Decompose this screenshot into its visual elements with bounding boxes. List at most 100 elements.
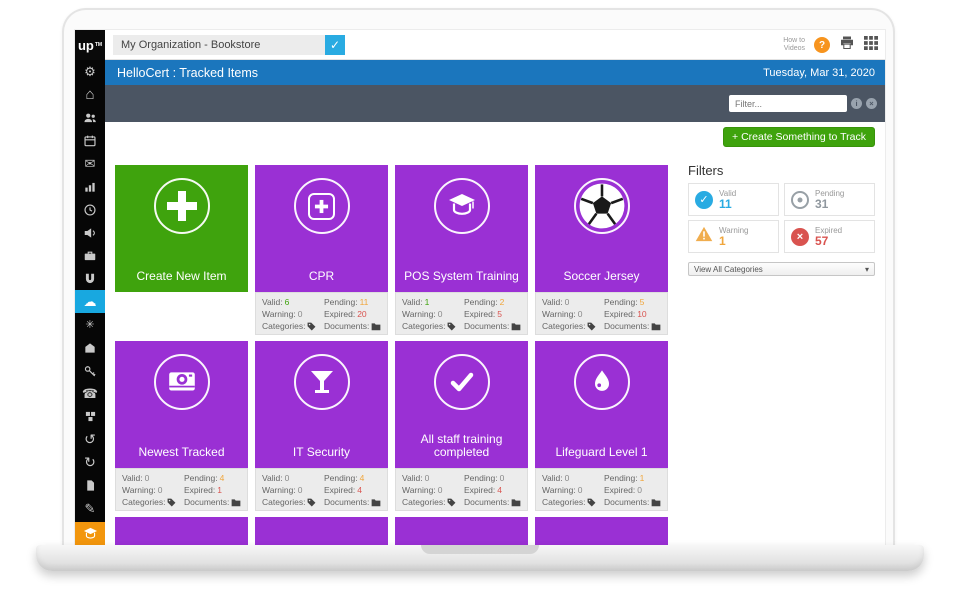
sidebar-item-reports[interactable] xyxy=(75,175,105,198)
card-title: Newest Tracked xyxy=(119,446,244,459)
sidebar-item-documents[interactable] xyxy=(75,474,105,497)
folder-icon[interactable] xyxy=(651,322,661,331)
org-selector-label: My Organization - Bookstore xyxy=(113,35,345,55)
card-cpr[interactable]: CPR Valid:6 Pending:11 Warning:0 Expired… xyxy=(255,165,388,292)
sidebar-item-settings[interactable]: ⚙ xyxy=(75,60,105,83)
sync-icon: ↻ xyxy=(84,454,96,471)
sidebar-item-integrations[interactable] xyxy=(75,405,105,428)
graduation-cap-icon xyxy=(434,178,490,234)
category-dropdown[interactable]: View All Categories ▾ xyxy=(688,262,875,276)
document-icon xyxy=(84,479,97,492)
sidebar-item-phone[interactable]: ☎ xyxy=(75,382,105,405)
apps-grid-icon[interactable] xyxy=(864,36,878,55)
check-circle-icon: ✓ xyxy=(695,191,713,209)
filter-stat-valid[interactable]: ✓ Valid 11 xyxy=(688,183,779,216)
tag-icon[interactable] xyxy=(587,498,596,507)
first-aid-icon xyxy=(294,178,350,234)
tag-icon[interactable] xyxy=(447,498,456,507)
building-icon xyxy=(83,341,97,355)
card-pos-system-training[interactable]: POS System Training Valid:1 Pending:2 Wa… xyxy=(395,165,528,292)
filter-stat-expired[interactable]: × Expired 57 xyxy=(784,220,875,253)
tag-icon[interactable] xyxy=(307,322,316,331)
sidebar-item-keys[interactable] xyxy=(75,359,105,382)
sidebar-item-training-active[interactable] xyxy=(75,522,105,545)
water-droplet-icon xyxy=(574,354,630,410)
sidebar-item-time[interactable] xyxy=(75,198,105,221)
card-stats: Valid:0 Pending:4 Warning:0 Expired:1 Ca… xyxy=(115,468,248,511)
filter-input[interactable] xyxy=(729,95,847,112)
printer-icon[interactable] xyxy=(839,35,855,55)
folder-icon[interactable] xyxy=(371,322,381,331)
folder-icon[interactable] xyxy=(511,322,521,331)
cloud-icon: ☁ xyxy=(84,294,97,310)
card-create-new-item[interactable]: Create New Item xyxy=(115,165,248,292)
filter-stat-pending[interactable]: Pending 31 xyxy=(784,183,875,216)
org-dropdown-button[interactable]: ✓ xyxy=(325,35,345,55)
card-it-security[interactable]: IT Security Valid:0 Pending:4 Warning:0 … xyxy=(255,341,388,468)
card-lifeguard-level-1[interactable]: Lifeguard Level 1 Valid:0 Pending:1 Warn… xyxy=(535,341,668,468)
card-stats: Valid:6 Pending:11 Warning:0 Expired:20 … xyxy=(255,292,388,335)
folder-icon[interactable] xyxy=(511,498,521,507)
folder-icon[interactable] xyxy=(651,498,661,507)
sidebar-item-edit[interactable]: ✎ xyxy=(75,497,105,520)
page-date: Tuesday, Mar 31, 2020 xyxy=(763,67,875,79)
camera-icon xyxy=(154,354,210,410)
folder-icon[interactable] xyxy=(231,498,241,507)
filter-stat-warning[interactable]: Warning 1 xyxy=(688,220,779,253)
x-circle-icon: × xyxy=(791,228,809,246)
sidebar-item-jobs[interactable] xyxy=(75,244,105,267)
soccer-ball-icon xyxy=(574,178,630,234)
chevron-down-icon: ▾ xyxy=(865,265,869,274)
sidebar-item-messages[interactable]: ✉ xyxy=(75,152,105,175)
sidebar-item-users[interactable] xyxy=(75,106,105,129)
card-newest-tracked[interactable]: Newest Tracked Valid:0 Pending:4 Warning… xyxy=(115,341,248,468)
help-icon[interactable]: ? xyxy=(814,37,830,53)
sidebar-item-building[interactable] xyxy=(75,336,105,359)
sidebar-item-calendar[interactable] xyxy=(75,129,105,152)
card-title: Soccer Jersey xyxy=(539,270,664,283)
page-header: HelloCert : Tracked Items Tuesday, Mar 3… xyxy=(105,60,885,85)
tag-icon[interactable] xyxy=(447,322,456,331)
top-bar: My Organization - Bookstore ✓ How to Vid… xyxy=(105,30,885,60)
app-logo[interactable]: upTM xyxy=(75,30,105,60)
key-icon xyxy=(83,364,97,378)
org-selector[interactable]: My Organization - Bookstore ✓ xyxy=(113,35,345,55)
card-partial[interactable] xyxy=(535,517,668,545)
folder-icon[interactable] xyxy=(371,498,381,507)
card-stats: Valid:0 Pending:5 Warning:0 Expired:10 C… xyxy=(535,292,668,335)
plus-icon xyxy=(154,178,210,234)
card-title: Create New Item xyxy=(119,270,244,283)
snowflake-icon: ✳ xyxy=(85,318,94,331)
card-partial[interactable] xyxy=(115,517,248,545)
undo-icon: ↺ xyxy=(84,431,96,448)
sidebar-item-snowflake[interactable]: ✳ xyxy=(75,313,105,336)
warning-triangle-icon xyxy=(695,226,713,247)
graduation-cap-icon xyxy=(83,526,98,541)
home-icon: ⌂ xyxy=(85,86,94,103)
sidebar-item-announcements[interactable] xyxy=(75,221,105,244)
envelope-icon: ✉ xyxy=(85,156,96,172)
sidebar-item-history[interactable]: ↺ xyxy=(75,428,105,451)
create-something-button[interactable]: + Create Something to Track xyxy=(723,127,875,147)
card-partial[interactable] xyxy=(395,517,528,545)
sidebar-item-magnet[interactable] xyxy=(75,267,105,290)
tag-icon[interactable] xyxy=(587,322,596,331)
laptop-base xyxy=(36,545,924,571)
tag-icon[interactable] xyxy=(307,498,316,507)
page: upTM My Organization - Bookstore ✓ How t… xyxy=(0,0,960,601)
sidebar-item-home[interactable]: ⌂ xyxy=(75,83,105,106)
laptop-base-notch xyxy=(421,545,539,554)
sidebar-item-cloud-active[interactable]: ☁ xyxy=(75,290,105,313)
card-soccer-jersey[interactable]: Soccer Jersey Valid:0 Pending:5 Warning:… xyxy=(535,165,668,292)
sidebar-item-sync[interactable]: ↻ xyxy=(75,451,105,474)
card-partial[interactable] xyxy=(255,517,388,545)
clear-filter-icon[interactable]: × xyxy=(866,98,877,109)
card-title: Lifeguard Level 1 xyxy=(539,446,664,459)
pending-circle-icon xyxy=(791,191,809,209)
how-to-videos-link[interactable]: How to Videos xyxy=(783,37,805,53)
info-icon[interactable]: i xyxy=(851,98,862,109)
card-title: CPR xyxy=(259,270,384,283)
card-all-staff-training[interactable]: All staff training completed Valid:0 Pen… xyxy=(395,341,528,468)
tag-icon[interactable] xyxy=(167,498,176,507)
filters-heading: Filters xyxy=(688,163,723,178)
